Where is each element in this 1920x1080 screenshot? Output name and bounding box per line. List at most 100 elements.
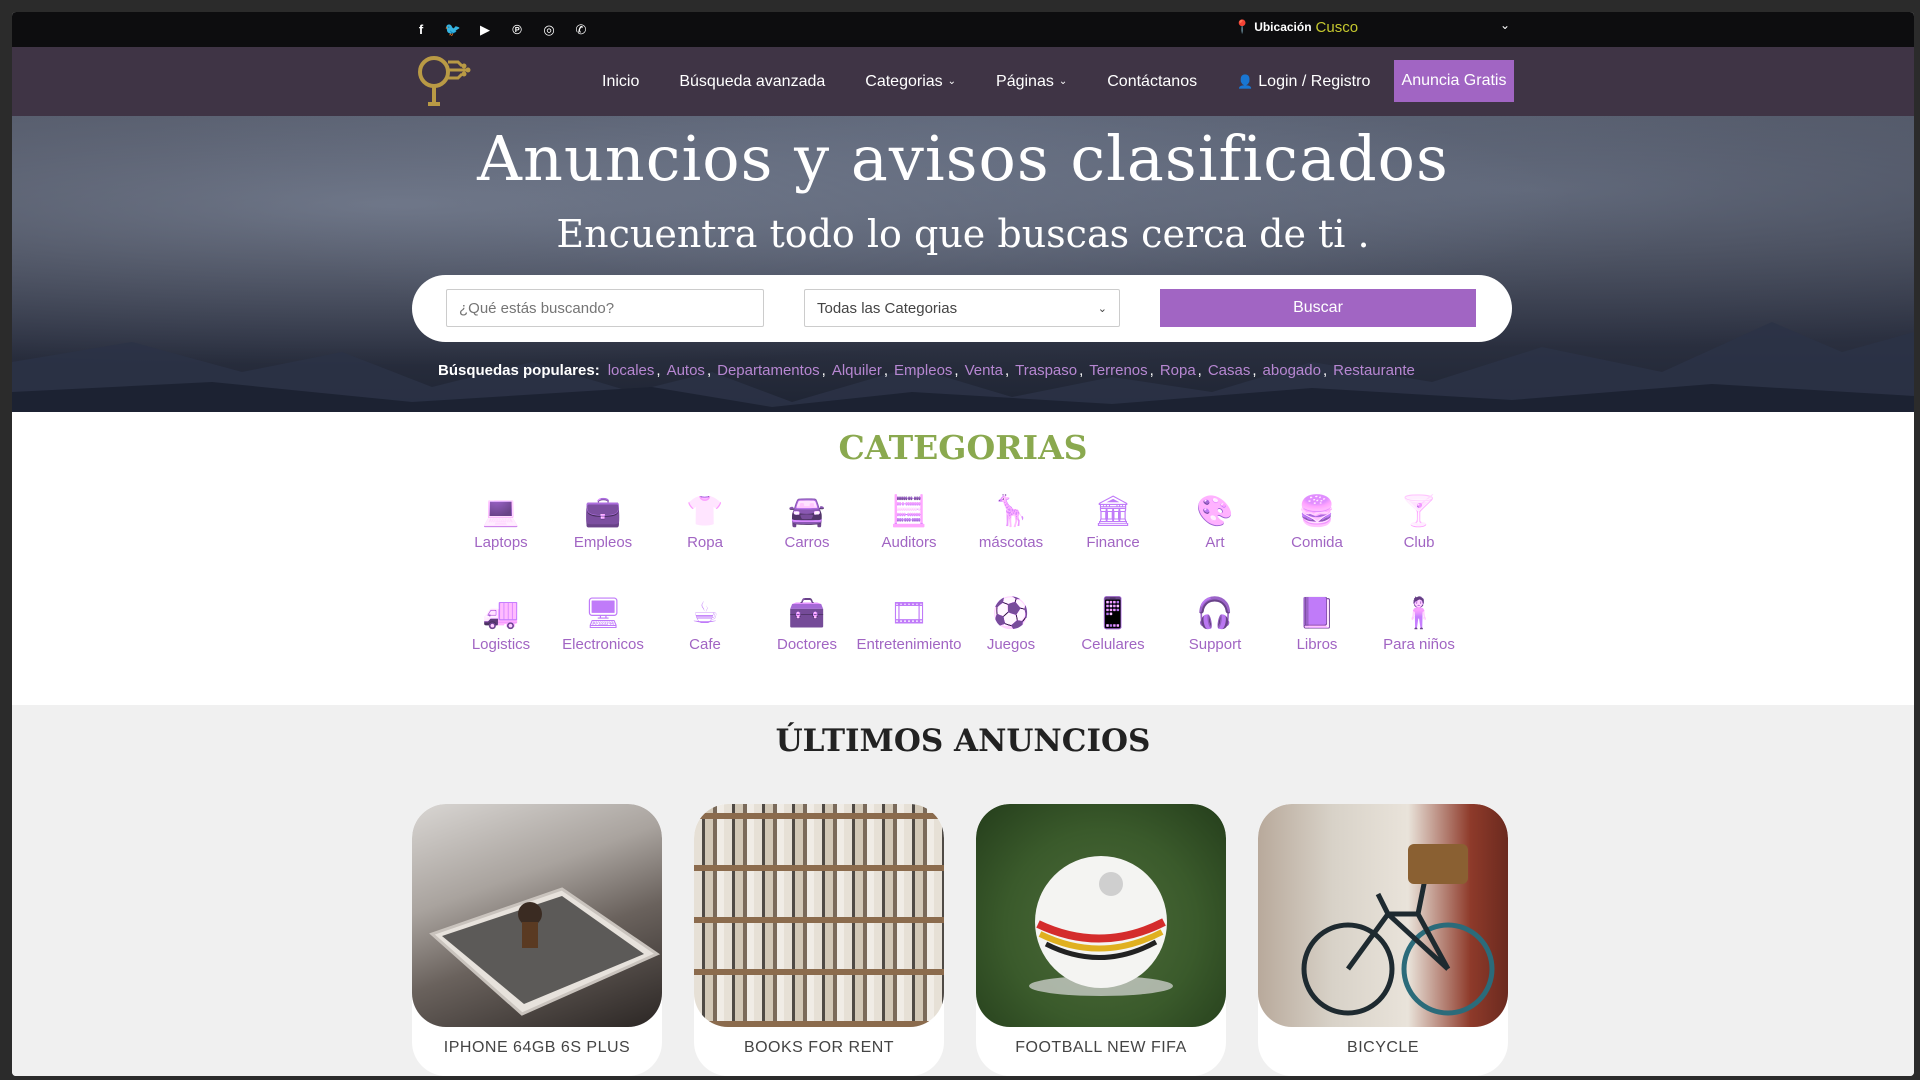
popular-search-link[interactable]: Terrenos [1089,362,1147,379]
popular-search-link[interactable]: Traspaso [1015,362,1077,379]
category-label: Support [1188,636,1242,653]
logo[interactable] [412,52,474,112]
category-item[interactable]: 🦒 máscotas [956,492,1066,551]
pinterest-icon[interactable]: ℗ [508,21,526,39]
popular-search-link[interactable]: Restaurante [1333,362,1415,379]
shirt-icon: 👕 [686,495,724,528]
category-item[interactable]: 🚘 Carros [752,492,862,551]
category-label: máscotas [978,534,1044,551]
location-label: Ubicación [1254,20,1312,34]
categories-section: CATEGORIAS 💻 Laptops 💼 Empleos 👕 Ropa 🚘 Carros 🧮… [12,412,1914,705]
category-item[interactable]: 🚚 Logistics [446,594,556,653]
category-label: Celulares [1081,636,1145,653]
pet-icon: 🦒 [992,495,1030,528]
latest-ads-title: ÚLTIMOS ANUNCIOS [775,723,1151,759]
popular-search-link[interactable]: locales [608,362,655,379]
ad-image-bicycle[interactable] [1258,804,1508,1027]
category-select-value: Todas las Categorias [817,299,958,317]
ad-image-football[interactable] [976,804,1226,1027]
popular-search-link[interactable]: Departamentos [717,362,820,379]
ad-title[interactable]: BICYCLE [1258,1039,1508,1057]
category-label: Empleos [573,534,633,551]
chevron-down-icon[interactable]: ⌄ [1500,18,1510,32]
location-city: Cusco [1315,18,1359,36]
ad-image-phone[interactable] [412,804,662,1027]
category-item[interactable]: 🎧 Support [1160,594,1270,653]
category-label: Laptops [474,534,528,551]
popular-search-link[interactable]: Alquiler [832,362,882,379]
youtube-icon[interactable]: ▶ [476,21,494,39]
category-item[interactable]: 💼 Empleos [548,492,658,551]
category-item[interactable]: ☕ Cafe [650,594,760,653]
ad-title[interactable]: BOOKS FOR RENT [694,1039,944,1057]
category-item[interactable]: 🍔 Comida [1262,492,1372,551]
separator: , [1322,362,1328,379]
ad-card[interactable]: BICYCLE [1258,804,1508,1076]
category-label: Electronicos [562,636,644,653]
nav-item-búsqueda-avanzada[interactable]: Búsqueda avanzada [679,73,825,91]
category-item[interactable]: 🧍 Para niños [1364,594,1474,653]
category-item[interactable]: 🏛 Finance [1058,492,1168,551]
popular-search-link[interactable]: Autos [667,362,705,379]
nav-item-label: Páginas [996,72,1054,90]
category-label: Logistics [471,636,531,653]
anuncia-gratis-button[interactable]: Anuncia Gratis [1394,60,1514,102]
hero-section: Anuncios y avisos clasificados Encuentra… [12,116,1914,412]
popular-search-link[interactable]: Empleos [894,362,952,379]
briefcase-icon: 💼 [584,495,622,528]
category-item[interactable]: 🧮 Auditors [854,492,964,551]
separator: , [1149,362,1154,379]
nav-item-label: Inicio [602,72,640,90]
nav-item-contáctanos[interactable]: Contáctanos [1107,73,1197,91]
monitor-icon: 🖥 [583,597,623,630]
popular-search-link[interactable]: Casas [1208,362,1251,379]
car-icon: 🚘 [788,495,826,528]
popular-search-link[interactable]: Venta [965,362,1003,379]
nav-item-inicio[interactable]: Inicio [602,73,639,91]
category-label: Auditors [881,534,937,551]
instagram-icon[interactable]: ◎ [540,21,558,39]
ad-title[interactable]: IPHONE 64GB 6S PLUS [412,1039,662,1057]
search-form: Todas las Categorias ⌄ Buscar [412,275,1512,342]
nav-menu: Inicio Búsqueda avanzada Categorias ⌄ Página… [602,47,1410,116]
category-item[interactable]: ⚽ Juegos [956,594,1066,653]
category-item[interactable]: 💻 Laptops [446,492,556,551]
category-item[interactable]: 📘 Libros [1262,594,1372,653]
separator: , [656,362,661,379]
category-item[interactable]: 👕 Ropa [650,492,760,551]
category-label: Para niños [1383,636,1455,653]
location-selector[interactable]: 📍 Ubicación Cusco [1234,12,1358,42]
chevron-down-icon: ⌄ [947,76,957,87]
popular-searches: Búsquedas populares: locales, Autos, Depar… [438,362,1415,379]
whatsapp-icon[interactable]: ✆ [572,21,590,39]
ad-image-books[interactable] [694,804,944,1027]
ad-title[interactable]: FOOTBALL NEW FIFA [976,1039,1226,1057]
nav-item-categorias[interactable]: Categorias ⌄ [865,73,956,91]
category-item[interactable]: 📱 Celulares [1058,594,1168,653]
category-label: Finance [1086,534,1140,551]
burger-icon: 🍔 [1298,495,1336,528]
category-item[interactable]: 🍸 Club [1364,492,1474,551]
category-item[interactable]: 🎞 Entretenimiento [854,594,964,653]
categories-title: CATEGORIAS [838,428,1088,467]
latest-ads-section: ÚLTIMOS ANUNCIOS IPHONE 64GB 6S PLUS BOO… [12,705,1914,1076]
popular-search-link[interactable]: abogado [1263,362,1321,379]
nav-item-login-registro[interactable]: 👤 Login / Registro [1237,73,1370,91]
chevron-down-icon: ⌄ [1097,302,1107,315]
category-item[interactable]: 🧰 Doctores [752,594,862,653]
category-item[interactable]: 🎨 Art [1160,492,1270,551]
category-label: Comida [1291,534,1343,551]
user-icon: 👤 [1237,73,1254,89]
category-select[interactable]: Todas las Categorias ⌄ [804,289,1120,327]
facebook-icon[interactable]: f [412,21,430,39]
search-button[interactable]: Buscar [1160,289,1476,327]
ad-card[interactable]: IPHONE 64GB 6S PLUS [412,804,662,1076]
ad-card[interactable]: BOOKS FOR RENT [694,804,944,1076]
headset-icon: 🎧 [1196,597,1234,630]
category-item[interactable]: 🖥 Electronicos [548,594,658,653]
twitter-icon[interactable]: 🐦 [444,21,462,39]
nav-item-páginas[interactable]: Páginas ⌄ [996,73,1067,91]
popular-search-link[interactable]: Ropa [1160,362,1196,379]
ad-card[interactable]: FOOTBALL NEW FIFA [976,804,1226,1076]
search-input[interactable] [446,289,764,327]
